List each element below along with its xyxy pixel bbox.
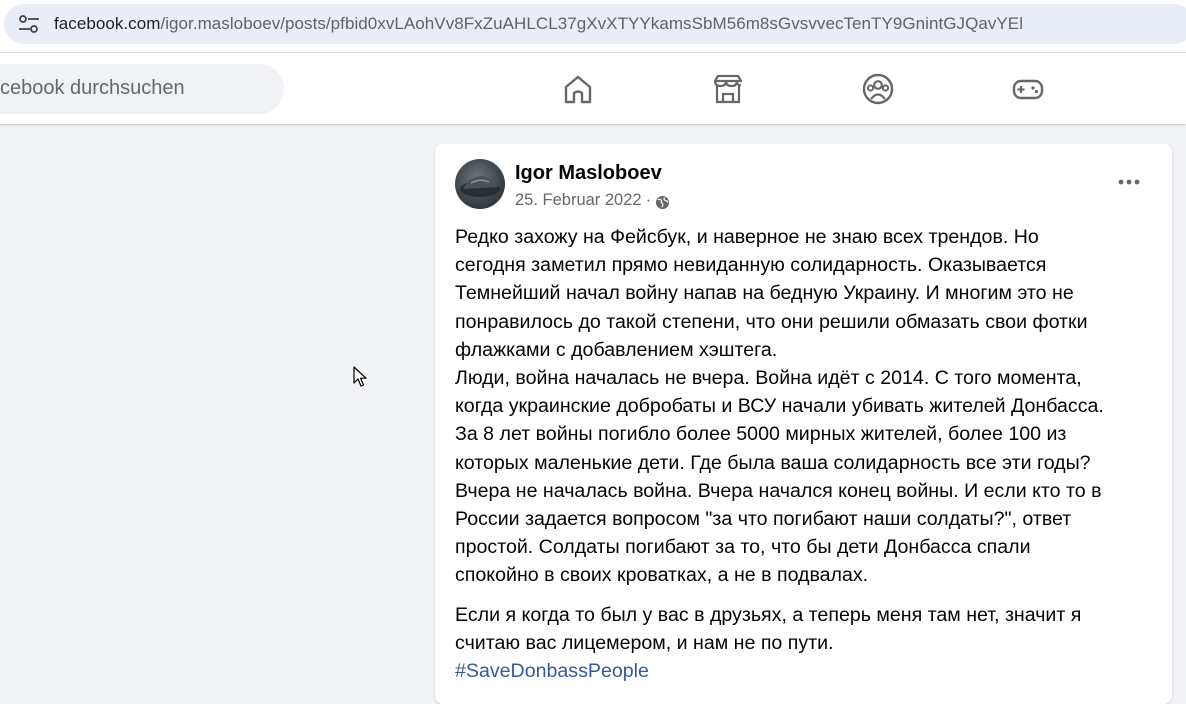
avatar-car-image	[460, 176, 500, 197]
gaming-icon[interactable]	[1011, 72, 1045, 106]
post-paragraph-1: Редко захожу на Фейсбук, и наверное не з…	[455, 223, 1165, 590]
home-icon[interactable]	[561, 72, 595, 106]
url-text[interactable]: facebook.com/igor.masloboev/posts/pfbid0…	[54, 14, 1023, 34]
post-meta: 25. Februar 2022 ·	[515, 191, 670, 210]
url-host: facebook.com	[54, 14, 161, 33]
post-text-line: Темнейший начал войну напав на бедную Ук…	[455, 282, 1074, 305]
post-text-line: считаю вас лицемером, и нам не по пути.	[455, 631, 834, 654]
marketplace-icon[interactable]	[711, 72, 745, 106]
facebook-header: cebook durchsuchen	[0, 53, 1186, 124]
post-text-line: сегодня заметил прямо невиданную солидар…	[455, 254, 1047, 277]
post-text-line: спокойно в своих кроватках, а не в подва…	[455, 564, 869, 587]
hashtag-link[interactable]: #SaveDonbassPeople	[455, 657, 1165, 685]
meta-separator: ·	[645, 191, 652, 209]
globe-icon[interactable]	[655, 195, 670, 210]
groups-icon[interactable]	[861, 72, 895, 106]
post-text-line: флажками с добавлением хэштега.	[455, 338, 778, 361]
post-text-line: когда украинские добробаты и ВСУ начали …	[455, 395, 1104, 418]
post-text-line: Люди, война началась не вчера. Война идё…	[455, 367, 1082, 390]
url-path: /igor.masloboev/posts/pfbid0xvLAohVv8FxZ…	[160, 14, 1024, 33]
author-name[interactable]: Igor Masloboev	[515, 162, 662, 185]
post-card: Igor Masloboev 25. Februar 2022 · Редко …	[435, 144, 1172, 704]
browser-address-bar: facebook.com/igor.masloboev/posts/pfbid0…	[0, 0, 1186, 53]
post-text-line: России задается вопросом "за что погибаю…	[455, 508, 1072, 531]
search-box[interactable]: cebook durchsuchen	[0, 64, 284, 114]
post-text-line: понравилось до такой степени, что они ре…	[455, 310, 1088, 333]
post-text-line: Вчера не началась война. Вчера начался к…	[455, 479, 1102, 502]
post-text-line: Если я когда то был у вас в друзьях, а т…	[455, 603, 1082, 626]
mouse-cursor-icon	[353, 366, 367, 387]
post-text-line: которых маленькие дети. Где была ваша со…	[455, 451, 1091, 474]
post-body: Редко захожу на Фейсбук, и наверное не з…	[455, 223, 1165, 685]
post-text-line: Редко захожу на Фейсбук, и наверное не з…	[455, 226, 1039, 248]
post-text-line: За 8 лет войны погибло более 5000 мирных…	[455, 423, 1067, 446]
author-avatar[interactable]	[455, 159, 505, 209]
post-date[interactable]: 25. Februar 2022	[515, 191, 642, 210]
more-options-icon[interactable]	[1115, 168, 1143, 196]
post-text-line: простой. Солдаты погибают за то, что бы …	[455, 536, 1031, 559]
url-field[interactable]: facebook.com/igor.masloboev/posts/pfbid0…	[4, 4, 1186, 44]
post-paragraph-2: Если я когда то был у вас в друзьях, а т…	[455, 601, 1165, 686]
site-settings-icon[interactable]	[18, 15, 40, 33]
search-input[interactable]: cebook durchsuchen	[0, 77, 260, 100]
